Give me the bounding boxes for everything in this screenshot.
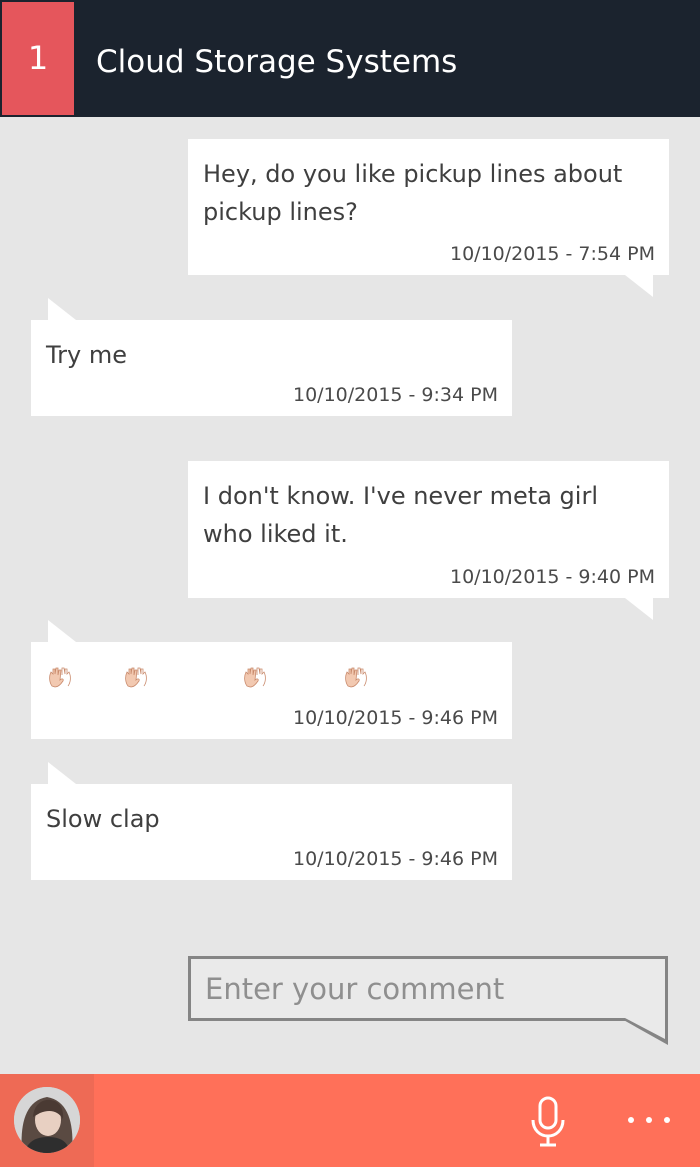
- clapping-hands-icon: [244, 667, 266, 688]
- message-incoming[interactable]: Try me 10/10/2015 - 9:34 PM: [31, 320, 512, 416]
- message-tail: [48, 762, 76, 784]
- comment-box[interactable]: [188, 956, 668, 1021]
- message-text: I don't know. I've never meta girl who l…: [203, 482, 598, 548]
- message-text: Slow clap: [46, 805, 160, 833]
- message-outgoing[interactable]: Hey, do you like pickup lines about pick…: [188, 139, 669, 275]
- avatar-button[interactable]: [0, 1074, 94, 1167]
- message-text: Try me: [46, 341, 127, 369]
- avatar-image: [14, 1087, 80, 1153]
- microphone-icon[interactable]: [528, 1096, 568, 1148]
- message-timestamp: 10/10/2015 - 7:54 PM: [449, 243, 655, 265]
- message-tail: [625, 598, 653, 620]
- comment-box-tail-fill: [625, 1018, 665, 1039]
- message-timestamp: 10/10/2015 - 9:40 PM: [449, 566, 655, 588]
- message-tail: [48, 298, 76, 320]
- message-outgoing[interactable]: I don't know. I've never meta girl who l…: [188, 461, 669, 598]
- message-tail: [625, 275, 653, 297]
- chat-header: 1 Cloud Storage Systems: [0, 0, 700, 117]
- message-timestamp: 10/10/2015 - 9:46 PM: [292, 707, 498, 729]
- message-tail: [48, 620, 76, 642]
- comment-input[interactable]: [205, 959, 645, 1018]
- emoji-row: [46, 664, 426, 694]
- message-timestamp: 10/10/2015 - 9:46 PM: [292, 848, 498, 870]
- clapping-hands-icon: [345, 667, 367, 688]
- chat-title: Cloud Storage Systems: [96, 44, 458, 80]
- bottom-app-bar: [0, 1074, 700, 1167]
- unread-count-badge[interactable]: 1: [2, 2, 74, 115]
- more-options-icon[interactable]: [625, 1114, 673, 1126]
- clapping-hands-icon: [49, 667, 71, 688]
- message-incoming[interactable]: Slow clap 10/10/2015 - 9:46 PM: [31, 784, 512, 880]
- message-text: Hey, do you like pickup lines about pick…: [203, 160, 623, 226]
- clapping-hands-icon: [125, 667, 147, 688]
- message-timestamp: 10/10/2015 - 9:34 PM: [292, 384, 498, 406]
- avatar[interactable]: [14, 1087, 80, 1153]
- message-incoming[interactable]: 10/10/2015 - 9:46 PM: [31, 642, 512, 739]
